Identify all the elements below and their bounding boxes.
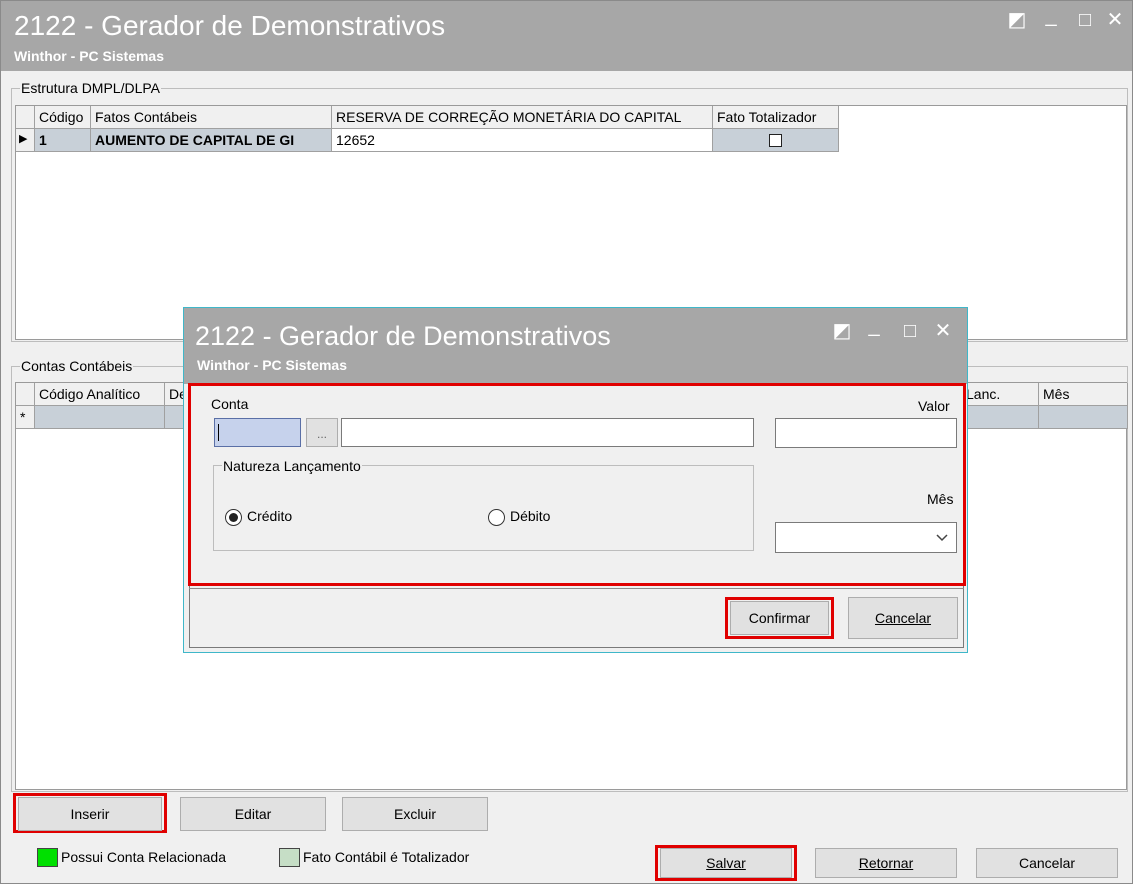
retornar-label: Retornar xyxy=(858,855,914,871)
dialog-cancelar-button[interactable]: Cancelar xyxy=(848,597,958,639)
debito-radio[interactable] xyxy=(488,509,505,526)
totalizador-checkbox[interactable] xyxy=(769,134,782,147)
window-subtitle: Winthor - PC Sistemas xyxy=(14,48,165,64)
dialog-restore-icon[interactable]: ◩ xyxy=(832,321,852,341)
totalizador-swatch xyxy=(279,848,300,867)
conta-relacionada-swatch xyxy=(37,848,58,867)
column-header-codigo-analitico[interactable]: Código Analítico xyxy=(35,383,165,406)
cell-new-codigo[interactable] xyxy=(35,406,165,429)
mes-select[interactable] xyxy=(775,522,957,553)
conta-code-input[interactable] xyxy=(214,418,301,447)
credito-label[interactable]: Crédito xyxy=(247,508,292,524)
conta-label: Conta xyxy=(211,396,249,412)
cell-reserva[interactable]: 12652 xyxy=(332,129,713,152)
dialog-cancelar-label: Cancelar xyxy=(874,610,932,626)
cell-codigo[interactable]: 1 xyxy=(35,129,91,152)
estrutura-grid[interactable]: Código Fatos Contábeis RESERVA DE CORREÇ… xyxy=(15,105,1127,340)
debito-label[interactable]: Débito xyxy=(510,508,550,524)
conta-description-input[interactable] xyxy=(341,418,754,447)
cell-new-lanc[interactable] xyxy=(962,406,1039,429)
cell-fato[interactable]: AUMENTO DE CAPITAL DE GI xyxy=(91,129,332,152)
conta-dialog: 2122 - Gerador de Demonstrativos Winthor… xyxy=(183,307,968,653)
cell-new-mes[interactable] xyxy=(1039,406,1128,429)
cell-totalizador[interactable] xyxy=(713,129,839,152)
dialog-maximize-icon[interactable]: □ xyxy=(900,321,920,341)
natureza-group xyxy=(213,465,754,551)
restore-icon[interactable]: ◩ xyxy=(1007,10,1027,30)
salvar-button[interactable]: Salvar xyxy=(660,848,792,878)
radio-selected-dot xyxy=(229,513,238,522)
contas-legend: Contas Contábeis xyxy=(20,358,134,374)
salvar-label: Salvar xyxy=(706,855,746,871)
minimize-icon[interactable]: _ xyxy=(1041,6,1061,26)
conta-browse-button[interactable]: ... xyxy=(306,418,338,447)
confirmar-button[interactable]: Confirmar xyxy=(730,601,829,635)
row-indicator-header xyxy=(16,106,35,129)
row-indicator-icon: ▶ xyxy=(16,129,35,152)
row-indicator-header xyxy=(16,383,35,406)
main-titlebar[interactable]: 2122 - Gerador de Demonstrativos Winthor… xyxy=(1,1,1132,71)
dialog-titlebar[interactable]: 2122 - Gerador de Demonstrativos Winthor… xyxy=(184,308,967,384)
chevron-down-icon xyxy=(936,534,948,542)
totalizador-label: Fato Contábil é Totalizador xyxy=(303,849,470,865)
close-icon[interactable]: ✕ xyxy=(1105,10,1125,30)
window-title: 2122 - Gerador de Demonstrativos xyxy=(14,10,446,41)
cancelar-button[interactable]: Cancelar xyxy=(976,848,1118,878)
column-header-codigo[interactable]: Código xyxy=(35,106,91,129)
valor-label: Valor xyxy=(918,398,950,414)
estrutura-legend: Estrutura DMPL/DLPA xyxy=(20,80,162,96)
new-row-indicator: * xyxy=(16,406,35,429)
inserir-button[interactable]: Inserir xyxy=(18,797,162,831)
dialog-minimize-icon[interactable]: _ xyxy=(864,316,884,336)
conta-relacionada-label: Possui Conta Relacionada xyxy=(61,849,226,865)
footer-divider xyxy=(189,588,964,589)
column-header-mes[interactable]: Mês xyxy=(1039,383,1128,406)
credito-radio[interactable] xyxy=(225,509,242,526)
text-cursor xyxy=(218,424,219,441)
dialog-subtitle: Winthor - PC Sistemas xyxy=(197,357,348,373)
editar-button[interactable]: Editar xyxy=(180,797,326,831)
column-header-fatos[interactable]: Fatos Contábeis xyxy=(91,106,332,129)
dialog-title: 2122 - Gerador de Demonstrativos xyxy=(195,321,611,351)
column-header-lanc[interactable]: Lanc. xyxy=(962,383,1039,406)
column-header-reserva[interactable]: RESERVA DE CORREÇÃO MONETÁRIA DO CAPITAL xyxy=(332,106,713,129)
column-header-totalizador[interactable]: Fato Totalizador xyxy=(713,106,839,129)
excluir-button[interactable]: Excluir xyxy=(342,797,488,831)
mes-label: Mês xyxy=(927,491,954,507)
natureza-legend: Natureza Lançamento xyxy=(222,458,362,474)
maximize-icon[interactable]: □ xyxy=(1075,10,1095,30)
dialog-close-icon[interactable]: ✕ xyxy=(933,321,953,341)
retornar-button[interactable]: Retornar xyxy=(815,848,957,878)
valor-input[interactable] xyxy=(775,418,957,448)
